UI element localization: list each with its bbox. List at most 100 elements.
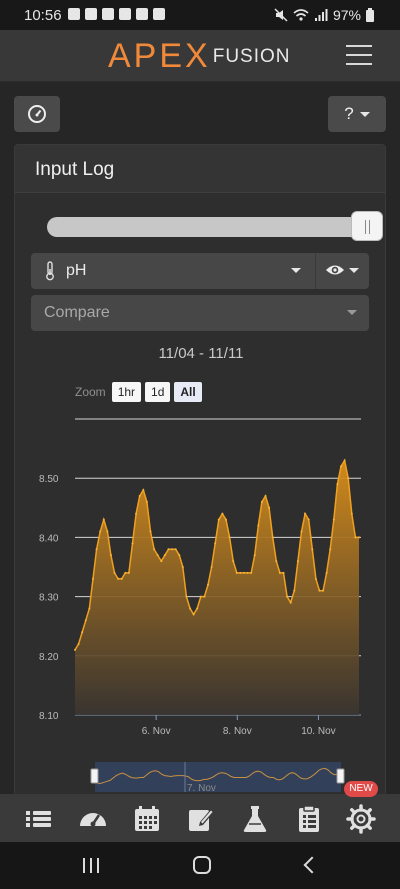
input-select[interactable]: pH [31,253,369,289]
data-point [99,530,102,533]
select-divider [315,253,316,289]
data-point [163,554,166,557]
question-icon: ? [344,104,354,123]
data-point [88,607,91,610]
data-point [235,571,238,574]
data-point [95,548,98,551]
y-tick-label: 8.30 [39,593,59,604]
data-point [196,607,199,610]
data-point [264,494,267,497]
zoom-all-button[interactable]: All [174,382,202,402]
eye-icon[interactable] [325,262,345,278]
data-point [228,536,231,539]
y-axis-ticks: 8.10 8.20 8.30 8.40 8.50 [39,474,59,722]
data-point [120,577,123,580]
data-point [278,571,281,574]
compare-select[interactable]: Compare [31,295,369,331]
data-point [314,577,317,580]
edit-note-icon[interactable] [186,804,216,834]
bottom-nav [0,794,400,842]
x-axis-ticks: 6. Nov 8. Nov 10. Nov [142,715,336,737]
data-point [246,571,249,574]
thermometer-icon [46,261,54,281]
bird-icon [119,8,131,20]
data-point [138,494,141,497]
signal-x-icon [85,8,97,20]
zoom-label: Zoom [75,385,106,399]
data-point [253,554,256,557]
data-point [271,536,274,539]
data-point [358,536,360,539]
home-icon[interactable] [193,856,211,874]
x-tick-label: 6. Nov [142,726,171,737]
data-point [102,518,105,521]
x-tick-label: 8. Nov [223,726,252,737]
data-point [224,518,227,521]
battery-icon [366,8,374,22]
data-point [354,536,357,539]
gauge-icon [28,105,46,123]
data-point [203,595,206,598]
status-bar: 10:56 97% [0,0,400,30]
data-point [347,477,350,480]
data-point [142,489,145,492]
list-icon[interactable] [24,804,54,834]
back-icon[interactable] [303,856,321,874]
time-slider-track[interactable] [47,217,377,237]
x-tick-label: 10. Nov [301,726,335,737]
calendar-icon[interactable] [132,804,162,834]
data-point [210,566,213,568]
navigator-left-handle[interactable] [90,768,99,784]
time-slider-handle[interactable] [351,211,383,241]
notification-icons [68,8,165,20]
range-navigator[interactable]: 7. Nov [90,762,345,794]
date-range: 11/04 - 11/11 [158,345,244,362]
data-point [329,548,332,551]
data-point [325,571,328,574]
battery-level: 97% [332,7,361,23]
data-point [156,554,159,557]
view-dropdown-caret-icon[interactable] [349,268,359,273]
data-point [207,583,210,586]
data-point [282,571,285,574]
zoom-1d-button[interactable]: 1d [145,382,171,402]
data-point [239,571,242,574]
data-point [275,560,278,563]
y-tick-label: 8.50 [39,474,59,485]
data-point [322,589,325,592]
compare-placeholder: Compare [44,304,110,321]
data-point [311,548,314,551]
y-tick-label: 8.10 [39,711,59,722]
wifi-icon [293,9,309,21]
y-tick-label: 8.20 [39,652,59,663]
dashboard-gauge-icon[interactable] [78,804,108,834]
clipboard-icon[interactable] [294,804,324,834]
flask-icon[interactable] [240,804,270,834]
data-point [167,548,170,551]
data-point [199,595,202,598]
settings-gear-icon[interactable] [346,804,376,834]
input-select-value: pH [66,262,87,279]
data-point [242,571,245,574]
ph-chart[interactable]: 8.10 8.20 8.30 8.40 8.50 6. Nov 8. Nov 10. Nov… [15,407,386,844]
data-point [318,589,321,592]
cell-signal-icon [314,9,328,21]
data-point [300,530,303,533]
data-point [127,571,130,574]
dashboard-button[interactable] [14,96,60,132]
navigator-right-handle[interactable] [336,768,345,784]
data-point [350,512,353,515]
hamburger-icon[interactable] [346,45,372,67]
data-point [185,595,188,598]
navigator-window[interactable] [95,762,341,792]
app-header: APEX FUSION [0,30,400,82]
help-dropdown-button[interactable]: ? [328,96,386,132]
data-point [160,560,163,563]
data-point [178,554,181,557]
mute-icon [274,8,288,22]
apex-fusion-logo[interactable]: APEX FUSION [108,38,291,74]
recents-icon[interactable] [83,858,99,873]
status-time: 10:56 [24,7,62,24]
data-point [135,512,138,515]
zoom-1hr-button[interactable]: 1hr [111,382,142,402]
